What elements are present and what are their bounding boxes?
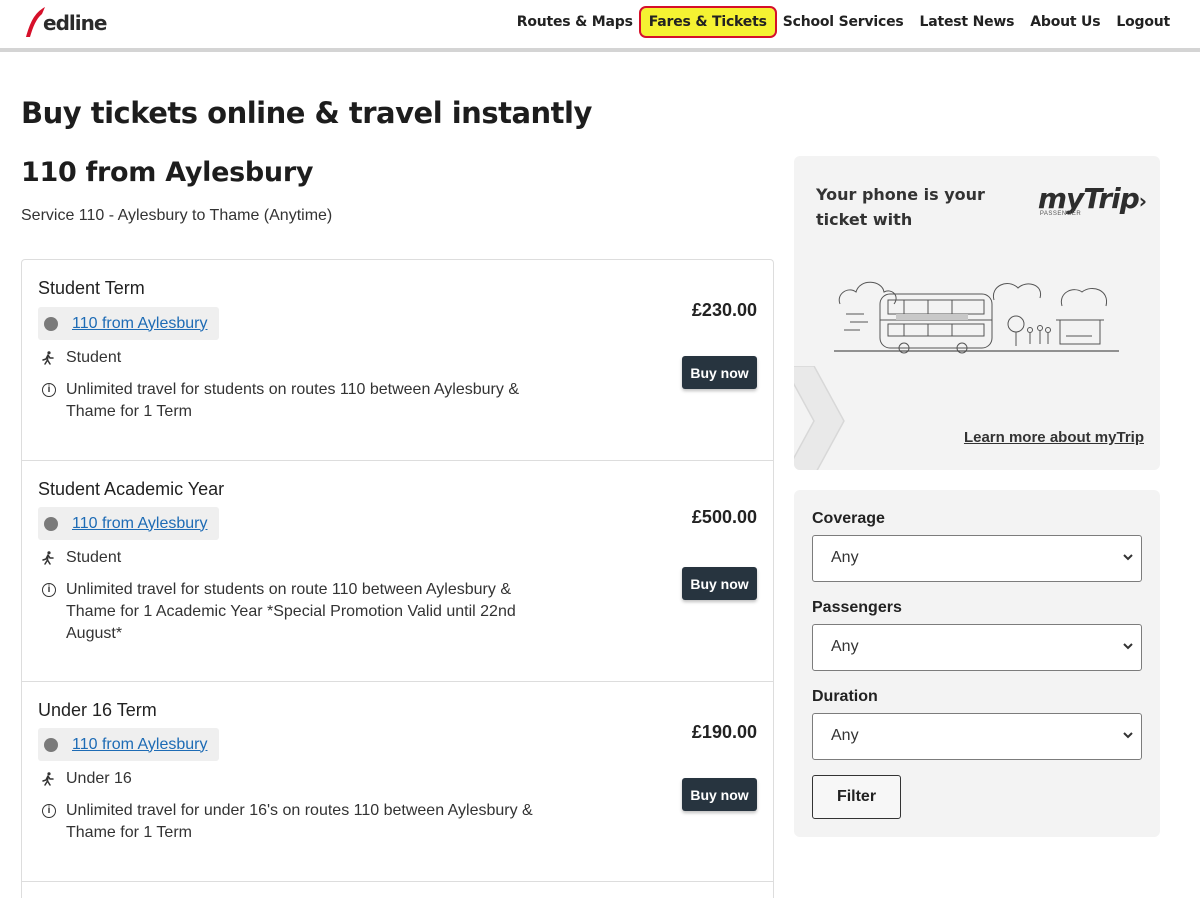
passengers-value: Any	[831, 638, 859, 655]
route-chip: 110 from Aylesbury	[38, 507, 220, 540]
chevron-down-icon	[1123, 643, 1133, 650]
filter-button[interactable]: Filter	[812, 775, 901, 819]
passenger-label: Student	[66, 549, 122, 566]
nav-latest-news[interactable]: Latest News	[920, 14, 1015, 30]
walking-person-icon	[42, 772, 54, 786]
route-color-dot	[44, 737, 58, 752]
nav-school-services[interactable]: School Services	[783, 14, 904, 30]
buy-now-button[interactable]: Buy now	[682, 567, 757, 600]
duration-value: Any	[831, 727, 859, 744]
service-subtitle: Service 110 - Aylesbury to Thame (Anytim…	[21, 207, 333, 224]
page-title: Buy tickets online & travel instantly	[21, 96, 592, 130]
ticket-card: Student Term 110 from Aylesbury Student …	[22, 260, 773, 461]
ticket-card: Student Academic Year 110 from Aylesbury…	[22, 461, 773, 682]
route-link[interactable]: 110 from Aylesbury	[72, 736, 207, 754]
duration-label: Duration	[812, 688, 878, 705]
ticket-name: Student Term	[38, 278, 145, 298]
duration-select[interactable]: Any	[812, 713, 1142, 760]
redline-logo[interactable]: edline	[24, 4, 107, 40]
chevron-down-icon	[1123, 554, 1133, 561]
filter-panel: Coverage Any Passengers Any Duration Any…	[794, 490, 1160, 837]
nav-fares-tickets[interactable]: Fares & Tickets	[638, 6, 777, 38]
ticket-price: £230.00	[691, 300, 757, 320]
ticket-description: i Unlimited travel for under 16's on rou…	[42, 800, 542, 844]
mytrip-logo: myTrip› PASSENGER	[1037, 182, 1147, 217]
ticket-price: £500.00	[691, 507, 757, 527]
passenger-type: Under 16	[42, 770, 132, 788]
ticket-description: i Unlimited travel for students on route…	[42, 579, 542, 645]
bus-stop-illustration	[834, 281, 1119, 354]
route-title: 110 from Aylesbury	[21, 157, 314, 188]
ticket-card: Under 16 Term 110 from Aylesbury Under 1…	[22, 682, 773, 882]
site-header: edline Routes & Maps Fares & Tickets Sch…	[0, 0, 1200, 52]
ticket-name: Under 16 Term	[38, 700, 157, 720]
passengers-label: Passengers	[812, 599, 902, 616]
route-chip: 110 from Aylesbury	[38, 728, 220, 761]
main-nav: Routes & Maps Fares & Tickets School Ser…	[501, 0, 1170, 44]
nav-about-us[interactable]: About Us	[1030, 14, 1100, 30]
chevron-down-icon	[1123, 732, 1133, 739]
route-chip: 110 from Aylesbury	[38, 307, 220, 340]
walking-person-icon	[42, 351, 54, 365]
route-color-dot	[44, 516, 58, 531]
passenger-type: Student	[42, 349, 121, 367]
passenger-label: Student	[66, 349, 122, 366]
description-text: Unlimited travel for students on route 1…	[66, 581, 516, 642]
info-circle-icon: i	[42, 383, 56, 397]
ticket-name: Student Academic Year	[38, 479, 225, 499]
coverage-label: Coverage	[812, 510, 885, 527]
promo-text: Your phone is your ticket with	[816, 185, 985, 229]
route-link[interactable]: 110 from Aylesbury	[72, 515, 207, 533]
ticket-list: Student Term 110 from Aylesbury Student …	[21, 259, 774, 898]
coverage-value: Any	[831, 549, 859, 566]
walking-person-icon	[42, 551, 54, 565]
mytrip-promo: Your phone is your ticket with myTrip› P…	[794, 156, 1160, 470]
nav-routes-maps[interactable]: Routes & Maps	[517, 14, 633, 30]
description-text: Unlimited travel for students on routes …	[66, 381, 519, 420]
passenger-type: Student	[42, 549, 121, 567]
buy-now-button[interactable]: Buy now	[682, 356, 757, 389]
decorative-chevron-icon	[794, 366, 845, 470]
info-circle-icon: i	[42, 583, 56, 597]
ticket-description: i Unlimited travel for students on route…	[42, 379, 542, 423]
coverage-select[interactable]: Any	[812, 535, 1142, 582]
route-color-dot	[44, 316, 58, 331]
logo-text: edline	[43, 11, 107, 35]
buy-now-button[interactable]: Buy now	[682, 778, 757, 811]
passengers-select[interactable]: Any	[812, 624, 1142, 671]
nav-logout[interactable]: Logout	[1116, 14, 1170, 30]
description-text: Unlimited travel for under 16's on route…	[66, 802, 533, 841]
route-link[interactable]: 110 from Aylesbury	[72, 315, 207, 333]
learn-more-mytrip-link[interactable]: Learn more about myTrip	[964, 429, 1144, 446]
passenger-label: Under 16	[66, 770, 132, 787]
ticket-price: £190.00	[691, 722, 757, 742]
info-circle-icon: i	[42, 804, 56, 818]
